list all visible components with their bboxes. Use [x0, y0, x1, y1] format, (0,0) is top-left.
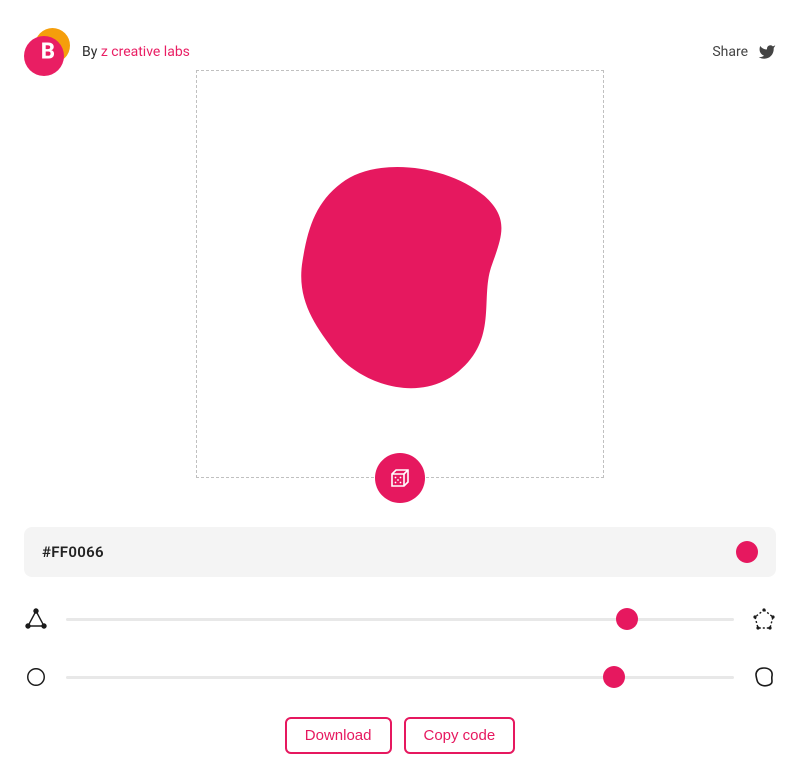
canvas-wrap — [24, 70, 776, 478]
circle-icon — [24, 665, 48, 689]
sliders — [24, 607, 776, 689]
header: B By z creative labs Share — [24, 28, 776, 76]
contrast-slider-row — [24, 665, 776, 689]
pentagon-points-icon — [752, 607, 776, 631]
action-buttons: Download Copy code — [24, 717, 776, 754]
contrast-slider[interactable] — [66, 676, 734, 679]
complexity-slider-row — [24, 607, 776, 631]
complexity-slider-thumb[interactable] — [616, 608, 638, 630]
twitter-icon — [758, 43, 776, 61]
copy-code-button[interactable]: Copy code — [404, 717, 516, 754]
blob-canvas — [196, 70, 604, 478]
blob-shape — [270, 134, 530, 414]
brand: B By z creative labs — [24, 28, 190, 76]
dice-icon — [388, 466, 412, 490]
download-button[interactable]: Download — [285, 717, 392, 754]
byline: By z creative labs — [82, 44, 190, 60]
triangle-points-icon — [24, 607, 48, 631]
contrast-slider-thumb[interactable] — [603, 666, 625, 688]
color-swatch[interactable] — [736, 541, 758, 563]
blob-outline-icon — [752, 665, 776, 689]
randomize-button[interactable] — [375, 453, 425, 503]
color-input-row[interactable]: #FF0066 — [24, 527, 776, 577]
randomize-wrap — [24, 453, 776, 503]
complexity-slider[interactable] — [66, 618, 734, 621]
byline-prefix: By — [82, 44, 101, 60]
color-value: #FF0066 — [42, 543, 104, 561]
logo[interactable]: B — [24, 28, 72, 76]
byline-link[interactable]: z creative labs — [101, 44, 190, 60]
logo-letter: B — [41, 40, 55, 65]
share-label: Share — [712, 44, 748, 60]
share-button[interactable]: Share — [712, 43, 776, 61]
